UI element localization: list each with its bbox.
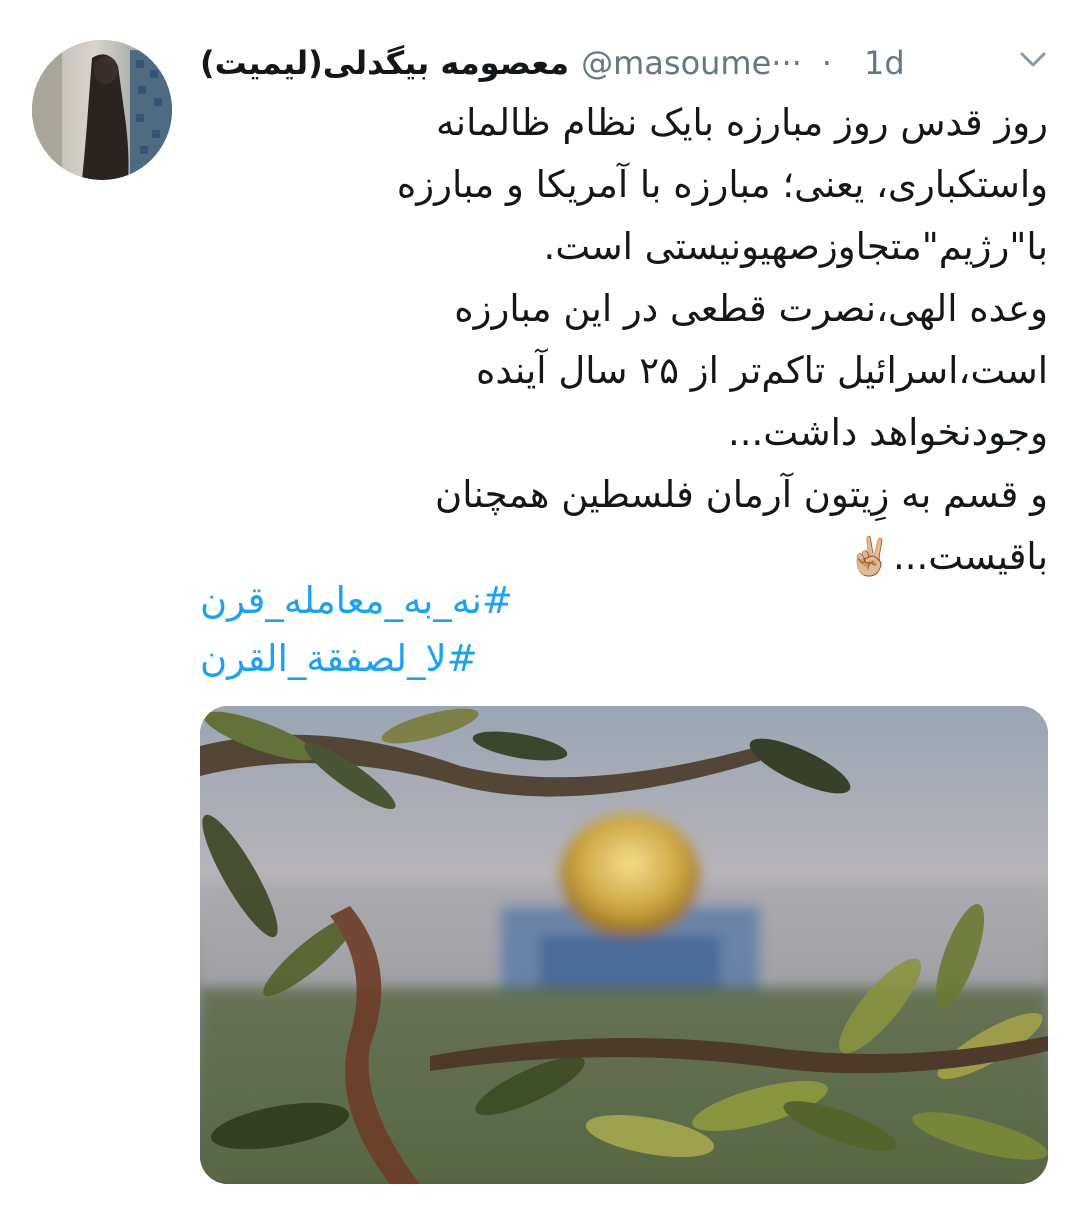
chevron-down-icon[interactable] <box>1018 48 1048 72</box>
hashtags: #نه_به_معامله_قرن #لا_لصفقة_القرن <box>200 572 1050 688</box>
avatar-photo-icon <box>32 40 172 180</box>
tweet-media-image[interactable] <box>200 706 1048 1184</box>
tweet[interactable]: معصومه بیگدلی(لیمیت) @masoume··· · 1d رو… <box>0 0 1080 1207</box>
tweet-timestamp[interactable]: 1d <box>864 44 905 82</box>
photo-olive-branches-dome-icon <box>200 706 1048 1184</box>
tweet-text-line: روز قدس روز مبارزه بایک نظام ظالمانه <box>435 101 1048 144</box>
separator-dot: · <box>821 44 832 82</box>
author-display-name[interactable]: معصومه بیگدلی(لیمیت) <box>200 44 569 82</box>
tweet-text-line: واستکباری، یعنی؛ مبارزه با آمریکا و مبار… <box>396 163 1048 206</box>
avatar[interactable] <box>32 40 172 180</box>
tweet-text-line: وجودنخواهد داشت... <box>728 411 1048 454</box>
tweet-header: معصومه بیگدلی(لیمیت) @masoume··· · 1d <box>200 38 1050 88</box>
hashtag-link[interactable]: #لا_لصفقة_القرن <box>200 630 1050 688</box>
author-handle[interactable]: @masoume··· <box>581 44 802 82</box>
tweet-text: روز قدس روز مبارزه بایک نظام ظالمانه واس… <box>198 92 1048 588</box>
tweet-text-line: و قسم به زِیتون آرمان فلسطین همچنان <box>435 473 1048 516</box>
tweet-text-line: با"رژیم"متجاوزصهیونیستی است. <box>543 225 1048 268</box>
tweet-text-line: است،اسرائیل تاکم‌تر از ۲۵ سال آینده <box>476 349 1048 392</box>
hashtag-link[interactable]: #نه_به_معامله_قرن <box>200 572 1050 630</box>
tweet-text-line: وعده الهی،نصرت قطعی در این مبارزه <box>454 287 1048 330</box>
